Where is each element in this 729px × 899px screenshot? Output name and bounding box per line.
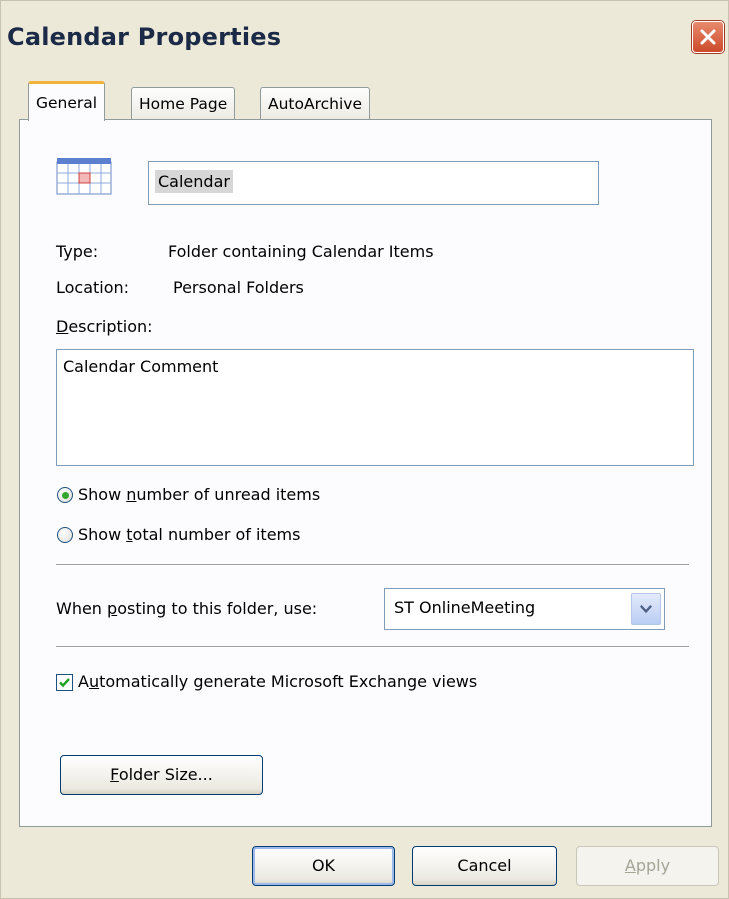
cancel-button[interactable]: Cancel — [412, 846, 557, 886]
folder-size-button[interactable]: Folder Size... — [60, 755, 263, 795]
auto-views-checkbox[interactable] — [56, 674, 73, 691]
auto-views-label[interactable]: Automatically generate Microsoft Exchang… — [78, 672, 477, 691]
general-tab-panel — [19, 119, 712, 827]
location-value: Personal Folders — [173, 278, 304, 297]
radio-total-label[interactable]: Show total number of items — [78, 525, 300, 544]
radio-total-items[interactable] — [57, 527, 73, 543]
radio-selected-dot — [61, 491, 69, 499]
separator — [56, 564, 689, 566]
description-value: Calendar Comment — [63, 357, 219, 376]
description-textarea[interactable]: Calendar Comment — [56, 349, 694, 466]
radio-unread-items[interactable] — [57, 487, 73, 503]
calendar-folder-icon — [56, 158, 112, 195]
radio-unread-label[interactable]: Show number of unread items — [78, 485, 320, 504]
tab-home-page[interactable]: Home Page — [131, 87, 236, 120]
posting-form-dropdown-button[interactable] — [631, 593, 661, 625]
posting-form-select[interactable]: ST OnlineMeeting — [384, 588, 665, 630]
location-label: Location: — [56, 278, 130, 297]
apply-button: Apply — [576, 846, 719, 886]
tab-general[interactable]: General — [28, 81, 106, 121]
separator — [56, 646, 689, 648]
checkmark-icon — [59, 678, 70, 688]
chevron-down-icon — [640, 605, 652, 613]
ok-button[interactable]: OK — [252, 846, 395, 886]
description-label: Description: — [56, 317, 153, 336]
type-value: Folder containing Calendar Items — [168, 242, 434, 261]
close-icon — [700, 29, 716, 45]
close-button[interactable] — [692, 21, 724, 53]
properties-window: Calendar Properties General Home Page Au… — [0, 0, 729, 899]
window-title: Calendar Properties — [7, 23, 282, 51]
posting-form-value: ST OnlineMeeting — [394, 598, 536, 617]
folder-name-field[interactable]: Calendar — [148, 161, 599, 205]
folder-name-value: Calendar — [155, 170, 233, 193]
type-label: Type: — [56, 242, 99, 261]
title-bar[interactable]: Calendar Properties — [1, 1, 728, 81]
tab-autoarchive[interactable]: AutoArchive — [260, 87, 370, 120]
posting-label: When posting to this folder, use: — [56, 599, 318, 618]
